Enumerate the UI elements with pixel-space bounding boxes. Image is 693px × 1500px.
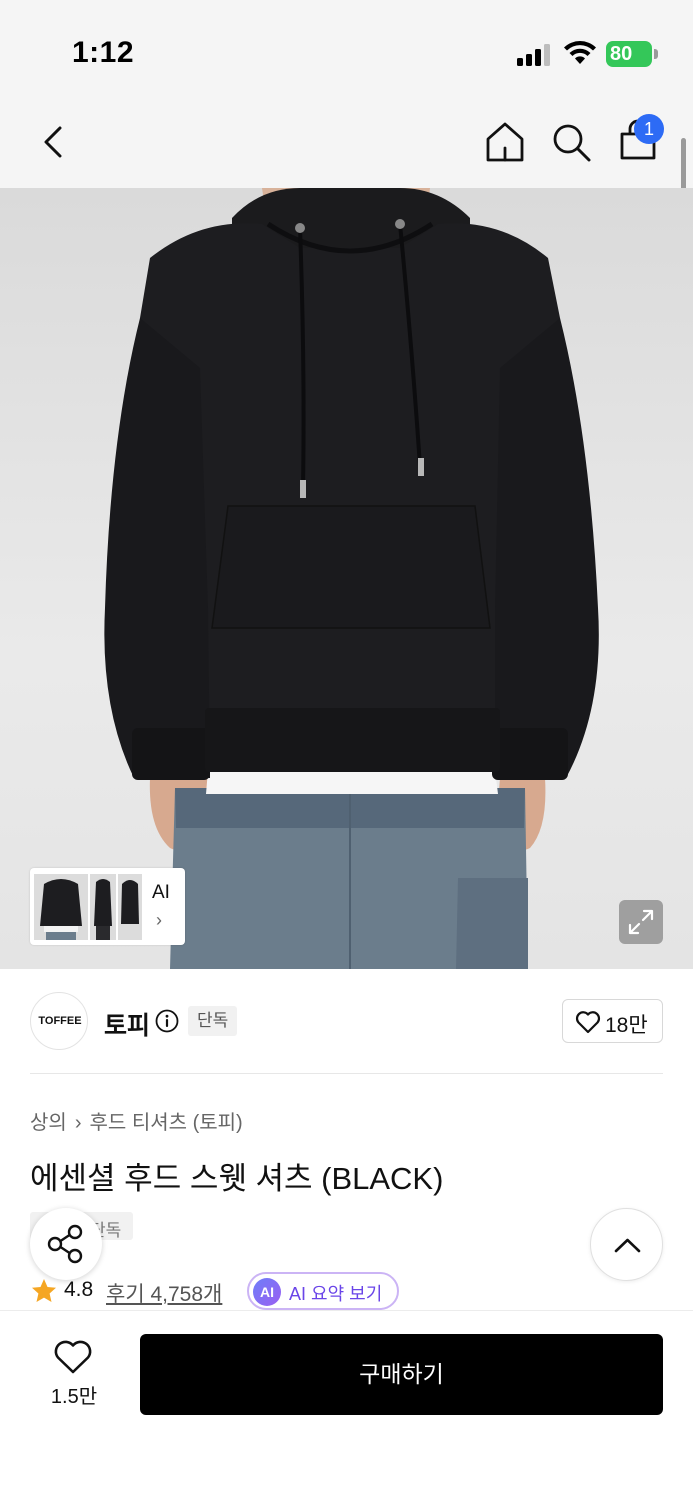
heart-outline-icon[interactable]: [52, 1338, 94, 1376]
thumbnail-3-photo: [118, 874, 142, 940]
top-nav-bar: [0, 100, 693, 188]
ai-summary-button[interactable]: AI AI 요약 보기: [247, 1272, 399, 1310]
product-image[interactable]: [0, 188, 693, 969]
brand-like-button[interactable]: 18만: [562, 999, 663, 1043]
star-icon: [32, 1279, 56, 1302]
scroll-to-top-button[interactable]: [590, 1208, 663, 1281]
share-icon: [47, 1224, 83, 1264]
thumbnail-1[interactable]: [34, 874, 88, 940]
chevron-right-icon[interactable]: ›: [156, 910, 162, 931]
info-icon[interactable]: [155, 1009, 179, 1033]
breadcrumb: 상의 › 후드 티셔츠 (토피): [30, 1106, 243, 1135]
cart-count-badge: 1: [634, 114, 664, 144]
gallery-thumbnail-strip[interactable]: AI ›: [30, 868, 185, 945]
ai-summary-label: AI 요약 보기: [289, 1284, 383, 1304]
thumbnail-3[interactable]: [118, 874, 142, 940]
product-title: 에센셜 후드 스웻 셔츠 (BLACK): [30, 1161, 444, 1196]
search-icon[interactable]: [550, 120, 592, 164]
buy-button[interactable]: 구매하기: [140, 1334, 663, 1415]
brand-logo-text: TOFFEE: [38, 1015, 82, 1027]
wifi-icon: [564, 41, 596, 64]
heart-outline-icon: [575, 1011, 601, 1034]
thumbnail-ai-label[interactable]: AI: [152, 882, 170, 904]
thumbnail-1-photo: [34, 874, 88, 940]
status-bar: 1:12 80: [0, 0, 693, 100]
product-photo: [104, 188, 599, 969]
cellular-signal-icon: [517, 44, 550, 66]
expand-icon[interactable]: [619, 900, 663, 944]
breadcrumb-separator-icon: ›: [74, 1112, 82, 1134]
section-divider: [30, 1073, 663, 1074]
battery-charging-icon: 80: [606, 41, 658, 67]
brand-logo[interactable]: TOFFEE: [30, 992, 88, 1050]
share-button[interactable]: [30, 1208, 102, 1280]
rating-value: 4.8: [64, 1278, 94, 1301]
breadcrumb-item-category[interactable]: 상의: [30, 1112, 67, 1134]
wishlist-count: 1.5만: [50, 1386, 98, 1408]
brand-name[interactable]: 토피: [104, 1006, 150, 1042]
status-time: 1:12: [72, 36, 135, 69]
brand-like-count: 18만: [605, 1014, 648, 1037]
chevron-up-icon: [614, 1238, 641, 1253]
review-count-link[interactable]: 후기 4,758개: [106, 1278, 222, 1308]
breadcrumb-item-subcategory[interactable]: 후드 티셔츠 (토피): [89, 1112, 242, 1134]
ai-badge-icon: AI: [253, 1278, 281, 1306]
battery-percent: 80: [610, 43, 633, 65]
exclusive-badge: 단독: [188, 1006, 238, 1036]
chevron-left-icon[interactable]: [36, 120, 72, 164]
home-icon[interactable]: [484, 120, 526, 164]
thumbnail-2[interactable]: [90, 874, 116, 940]
thumbnail-2-photo: [90, 874, 116, 940]
